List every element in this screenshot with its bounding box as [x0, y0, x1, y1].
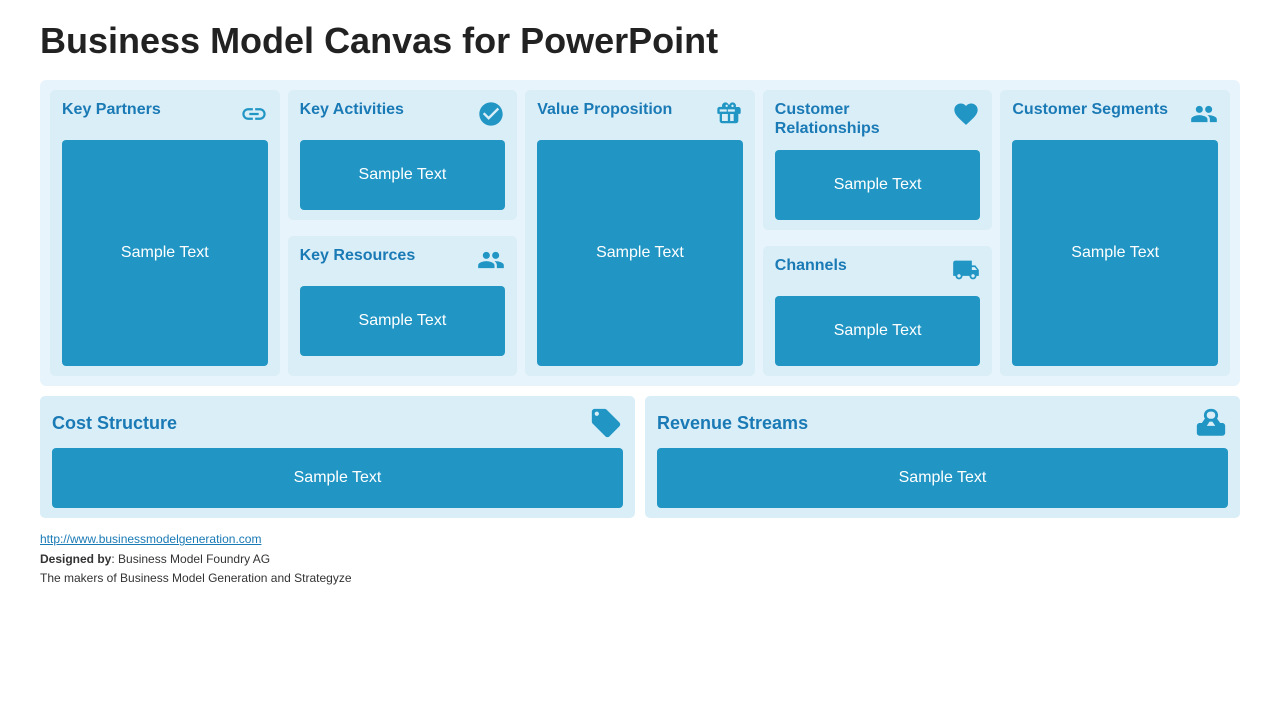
customer-relationships-column: Customer Relationships Sample Text Chann…: [763, 90, 993, 376]
key-partners-title: Key Partners: [62, 100, 161, 119]
heart-icon: [952, 100, 980, 128]
value-proposition-header: Value Proposition: [537, 100, 743, 128]
channels-title: Channels: [775, 256, 847, 275]
value-proposition-cell: Value Proposition Sample Text: [525, 90, 755, 376]
customer-relationships-sample: Sample Text: [775, 150, 981, 220]
bottom-section: Cost Structure Sample Text Revenue Strea…: [40, 396, 1240, 518]
key-partners-column: Key Partners Sample Text: [50, 90, 280, 376]
key-activities-sample: Sample Text: [300, 140, 506, 210]
customer-segments-column: Customer Segments Sample Text: [1000, 90, 1230, 376]
customer-relationships-title: Customer Relationships: [775, 100, 953, 138]
customer-segments-sample: Sample Text: [1012, 140, 1218, 366]
channels-header: Channels: [775, 256, 981, 284]
revenue-streams-header: Revenue Streams: [657, 406, 1228, 440]
channels-sample: Sample Text: [775, 296, 981, 366]
link-icon: [240, 100, 268, 128]
footer-designed-by-value: Business Model Foundry AG: [118, 552, 270, 566]
key-partners-cell: Key Partners Sample Text: [50, 90, 280, 376]
key-resources-sample: Sample Text: [300, 286, 506, 356]
key-resources-title: Key Resources: [300, 246, 416, 265]
footer: http://www.businessmodelgeneration.com D…: [40, 530, 1240, 588]
footer-url[interactable]: http://www.businessmodelgeneration.com: [40, 532, 261, 546]
revenue-streams-sample: Sample Text: [657, 448, 1228, 508]
cost-structure-title: Cost Structure: [52, 413, 177, 434]
top-section: Key Partners Sample Text Key Activities: [40, 80, 1240, 386]
people-icon: [1190, 100, 1218, 128]
key-resources-header: Key Resources: [300, 246, 506, 274]
customer-segments-cell: Customer Segments Sample Text: [1000, 90, 1230, 376]
page-title: Business Model Canvas for PowerPoint: [40, 20, 1240, 62]
resources-icon: [477, 246, 505, 274]
customer-segments-title: Customer Segments: [1012, 100, 1168, 119]
channels-cell: Channels Sample Text: [763, 246, 993, 376]
footer-designed-by-label: Designed by: [40, 552, 111, 566]
customer-segments-header: Customer Segments: [1012, 100, 1218, 128]
value-proposition-column: Value Proposition Sample Text: [525, 90, 755, 376]
customer-relationships-cell: Customer Relationships Sample Text: [763, 90, 993, 230]
cost-structure-cell: Cost Structure Sample Text: [40, 396, 635, 518]
tag-icon: [589, 406, 623, 440]
value-proposition-title: Value Proposition: [537, 100, 672, 119]
key-activities-header: Key Activities: [300, 100, 506, 128]
key-partners-header: Key Partners: [62, 100, 268, 128]
check-circle-icon: [477, 100, 505, 128]
key-activities-column: Key Activities Sample Text Key Resources: [288, 90, 518, 376]
value-proposition-sample: Sample Text: [537, 140, 743, 366]
key-resources-cell: Key Resources Sample Text: [288, 236, 518, 376]
key-activities-title: Key Activities: [300, 100, 404, 119]
footer-tagline: The makers of Business Model Generation …: [40, 569, 1240, 588]
gift-icon: [715, 100, 743, 128]
canvas-container: Key Partners Sample Text Key Activities: [40, 80, 1240, 518]
money-bag-icon: [1194, 406, 1228, 440]
cost-structure-header: Cost Structure: [52, 406, 623, 440]
customer-relationships-header: Customer Relationships: [775, 100, 981, 138]
key-partners-sample: Sample Text: [62, 140, 268, 366]
cost-structure-sample: Sample Text: [52, 448, 623, 508]
revenue-streams-cell: Revenue Streams Sample Text: [645, 396, 1240, 518]
key-activities-cell: Key Activities Sample Text: [288, 90, 518, 220]
truck-icon: [952, 256, 980, 284]
revenue-streams-title: Revenue Streams: [657, 413, 808, 434]
